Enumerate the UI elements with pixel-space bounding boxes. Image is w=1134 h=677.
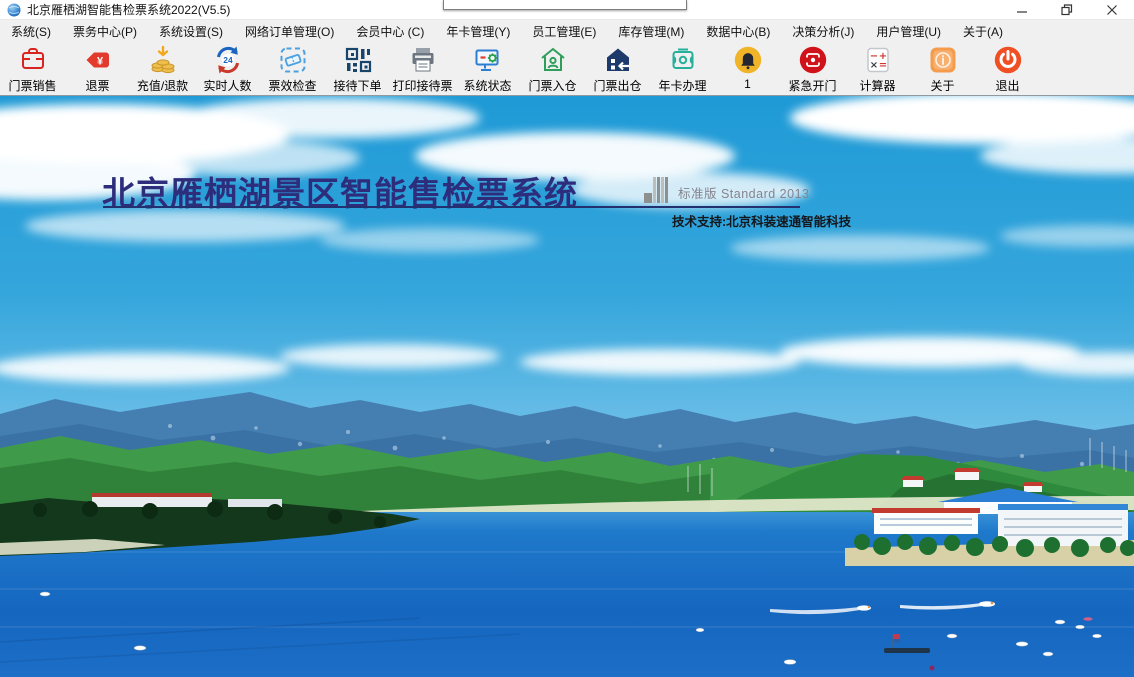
notification-count: 1 [744, 77, 751, 91]
minimize-icon [1016, 4, 1028, 16]
window-title: 北京雁栖湖智能售检票系统2022(V5.5) [27, 1, 230, 18]
toolbar-recharge-refund[interactable]: 充值/退款 [130, 42, 195, 95]
ticket-outbound-icon [603, 45, 633, 75]
toolbar-notification[interactable]: 1 [715, 42, 780, 95]
calculator-icon: −+ ×= [863, 45, 893, 75]
tech-support-label: 技术支持:北京科装速通智能科技 [672, 211, 851, 230]
tool-label: 退票 [85, 77, 109, 94]
tool-label: 紧急开门 [788, 77, 836, 94]
tool-label: 系统状态 [463, 77, 511, 94]
tool-label: 退出 [995, 77, 1019, 94]
menu-user-mgmt[interactable]: 用户管理(U) [865, 23, 952, 40]
system-status-icon [473, 45, 503, 75]
menu-inventory-mgmt[interactable]: 库存管理(M) [607, 23, 695, 40]
menu-ticket-center[interactable]: 票务中心(P) [62, 23, 148, 40]
tool-label: 计算器 [859, 77, 895, 94]
annual-card-icon [668, 45, 698, 75]
toolbar-calculator[interactable]: −+ ×= 计算器 [845, 42, 910, 95]
menu-system-settings[interactable]: 系统设置(S) [148, 23, 234, 40]
ticket-validity-icon [278, 45, 308, 75]
toolbar-ticket-validity-check[interactable]: 票效检查 [260, 42, 325, 95]
overlapping-window-fragment[interactable] [443, 0, 687, 10]
close-button[interactable] [1089, 0, 1134, 20]
tool-label: 接待下单 [333, 77, 381, 94]
toolbar-about[interactable]: 关于 [910, 42, 975, 95]
minimize-button[interactable] [999, 0, 1044, 20]
tool-label: 关于 [930, 77, 954, 94]
menu-bar: 系统(S) 票务中心(P) 系统设置(S) 网络订单管理(O) 会员中心 (C)… [0, 20, 1134, 42]
edition-logo-icon [644, 176, 668, 209]
print-reception-icon [408, 45, 438, 75]
emergency-open-icon [798, 45, 828, 75]
ticket-inbound-icon [538, 45, 568, 75]
toolbar-ticket-sale[interactable]: 门票销售 [0, 42, 65, 95]
menu-data-center[interactable]: 数据中心(B) [695, 23, 781, 40]
svg-text:¥: ¥ [96, 56, 103, 68]
toolbar-emergency-open[interactable]: 紧急开门 [780, 42, 845, 95]
ticket-sale-icon [18, 45, 48, 75]
hero-underline-divider [103, 206, 800, 208]
refund-ticket-icon: ¥ [83, 45, 113, 75]
tool-label: 充值/退款 [137, 77, 188, 94]
svg-text:=: = [878, 60, 886, 71]
edition-label: 标准版 Standard 2013 [678, 183, 810, 202]
toolbar-ticket-outbound[interactable]: 门票出仓 [585, 42, 650, 95]
toolbar-realtime-count[interactable]: 24 实时人数 [195, 42, 260, 95]
toolbar-print-reception-ticket[interactable]: 打印接待票 [390, 42, 455, 95]
tool-label: 打印接待票 [392, 77, 452, 94]
close-icon [1106, 4, 1118, 16]
menu-decision-analysis[interactable]: 决策分析(J) [781, 23, 865, 40]
menu-annual-card-mgmt[interactable]: 年卡管理(Y) [435, 23, 521, 40]
toolbar-annual-card[interactable]: 年卡办理 [650, 42, 715, 95]
toolbar-system-status[interactable]: 系统状态 [455, 42, 520, 95]
toolbar-reception-order[interactable]: 接待下单 [325, 42, 390, 95]
app-logo-icon [7, 3, 21, 17]
restore-icon [1061, 4, 1073, 16]
reception-order-icon [343, 45, 373, 75]
about-icon [928, 45, 958, 75]
realtime-count-icon: 24 [213, 45, 243, 75]
menu-online-order-mgmt[interactable]: 网络订单管理(O) [234, 23, 345, 40]
notification-bell-icon [733, 45, 763, 75]
svg-text:×: × [869, 60, 877, 71]
toolbar-refund-ticket[interactable]: ¥ 退票 [65, 42, 130, 95]
recharge-refund-icon [148, 45, 178, 75]
tool-bar: 门票销售 ¥ 退票 充值/退款 24 实时人数 [0, 42, 1134, 95]
tool-label: 门票销售 [8, 77, 56, 94]
menu-member-center[interactable]: 会员中心 (C) [345, 23, 435, 40]
tool-label: 票效检查 [268, 77, 316, 94]
menu-system[interactable]: 系统(S) [0, 23, 62, 40]
tool-label: 实时人数 [203, 77, 251, 94]
tool-label: 门票出仓 [593, 77, 641, 94]
tool-label: 年卡办理 [658, 77, 706, 94]
svg-text:24: 24 [223, 55, 233, 65]
main-content-area: 北京雁栖湖景区智能售检票系统 标准版 Standard 2013 技术支持:北京… [0, 95, 1134, 677]
menu-about[interactable]: 关于(A) [952, 23, 1014, 40]
toolbar-ticket-inbound[interactable]: 门票入仓 [520, 42, 585, 95]
menu-staff-mgmt[interactable]: 员工管理(E) [521, 23, 607, 40]
tool-label: 门票入仓 [528, 77, 576, 94]
restore-button[interactable] [1044, 0, 1089, 20]
exit-icon [993, 45, 1023, 75]
toolbar-exit[interactable]: 退出 [975, 42, 1040, 95]
